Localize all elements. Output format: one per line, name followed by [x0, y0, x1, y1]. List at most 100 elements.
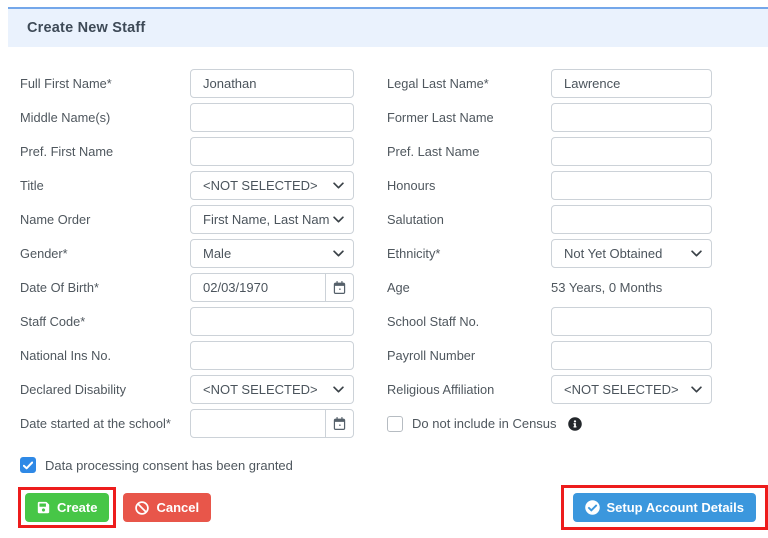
date-of-birth-label: Date Of Birth* — [20, 280, 99, 295]
date-started-input[interactable] — [190, 409, 326, 438]
former-last-name-row: Former Last Name — [387, 103, 712, 132]
payroll-number-row: Payroll Number — [387, 341, 712, 370]
create-new-staff-page: Create New Staff Full First Name* Jonatha… — [0, 0, 768, 530]
salutation-row: Salutation — [387, 205, 712, 234]
religious-affiliation-select[interactable]: <NOT SELECTED> — [551, 375, 712, 404]
date-of-birth-input[interactable]: 02/03/1970 — [190, 273, 326, 302]
ethnicity-row: Ethnicity* Not Yet Obtained — [387, 239, 712, 268]
footer-actions: Create Cancel Setup Account Details — [8, 485, 768, 530]
declared-disability-row: Declared Disability <NOT SELECTED> — [20, 375, 354, 404]
legal-last-name-label: Legal Last Name* — [387, 76, 489, 91]
consent-checkbox[interactable] — [20, 457, 36, 473]
full-first-name-input[interactable]: Jonathan — [190, 69, 354, 98]
create-annotation-box: Create — [18, 487, 117, 528]
pref-first-name-label: Pref. First Name — [20, 144, 114, 159]
pref-last-name-input[interactable] — [551, 137, 712, 166]
ethnicity-label: Ethnicity* — [387, 246, 441, 261]
census-checkbox-group: Do not include in Census — [387, 409, 582, 438]
date-started-row: Date started at the school* — [20, 409, 354, 438]
staff-code-input[interactable] — [190, 307, 354, 336]
calendar-icon — [333, 281, 346, 294]
age-value: 53 Years, 0 Months — [551, 280, 663, 295]
legal-last-name-row: Legal Last Name* Lawrence — [387, 69, 712, 98]
save-icon — [37, 501, 50, 514]
declared-disability-value: <NOT SELECTED> — [203, 382, 318, 397]
date-of-birth-row: Date Of Birth* 02/03/1970 — [20, 273, 354, 302]
info-icon — [567, 416, 582, 431]
calendar-icon — [333, 417, 346, 430]
religious-affiliation-row: Religious Affiliation <NOT SELECTED> — [387, 375, 712, 404]
cancel-button-label: Cancel — [156, 500, 200, 515]
pref-last-name-row: Pref. Last Name — [387, 137, 712, 166]
staff-code-row: Staff Code* — [20, 307, 354, 336]
census-row: Do not include in Census — [387, 409, 712, 438]
age-label: Age — [387, 280, 410, 295]
ethnicity-value: Not Yet Obtained — [564, 246, 663, 261]
chevron-down-icon — [691, 386, 702, 393]
full-first-name-label: Full First Name* — [20, 76, 112, 91]
religious-affiliation-label: Religious Affiliation — [387, 382, 495, 397]
consent-label: Data processing consent has been granted — [45, 457, 293, 473]
title-value: <NOT SELECTED> — [203, 178, 318, 193]
pref-first-name-input[interactable] — [190, 137, 354, 166]
date-started-label: Date started at the school* — [20, 416, 171, 431]
title-row: Title <NOT SELECTED> — [20, 171, 354, 200]
religious-affiliation-value: <NOT SELECTED> — [564, 382, 679, 397]
check-circle-icon — [584, 500, 600, 515]
full-first-name-value: Jonathan — [203, 76, 257, 91]
ban-icon — [135, 500, 150, 515]
panel-header: Create New Staff — [8, 7, 768, 47]
consent-row: Data processing consent has been granted — [8, 457, 768, 473]
salutation-label: Salutation — [387, 212, 444, 227]
honours-input[interactable] — [551, 171, 712, 200]
declared-disability-label: Declared Disability — [20, 382, 126, 397]
middle-names-input[interactable] — [190, 103, 354, 132]
page-title: Create New Staff — [27, 20, 146, 36]
declared-disability-select[interactable]: <NOT SELECTED> — [190, 375, 354, 404]
census-info-icon-button[interactable] — [567, 416, 582, 431]
name-order-select[interactable]: First Name, Last Name — [190, 205, 354, 234]
footer-left-buttons: Create Cancel — [18, 487, 212, 528]
former-last-name-input[interactable] — [551, 103, 712, 132]
setup-account-details-button[interactable]: Setup Account Details — [572, 493, 756, 522]
setup-annotation-box: Setup Account Details — [560, 485, 768, 530]
title-label: Title — [20, 178, 44, 193]
chevron-down-icon — [333, 386, 344, 393]
create-button-label: Create — [57, 500, 98, 515]
salutation-input[interactable] — [551, 205, 712, 234]
create-button[interactable]: Create — [25, 493, 110, 522]
school-staff-no-input[interactable] — [551, 307, 712, 336]
school-staff-no-row: School Staff No. — [387, 307, 712, 336]
school-staff-no-label: School Staff No. — [387, 314, 480, 329]
legal-last-name-input[interactable]: Lawrence — [551, 69, 712, 98]
name-order-label: Name Order — [20, 212, 91, 227]
check-icon — [23, 461, 33, 469]
national-ins-no-input[interactable] — [190, 341, 354, 370]
staff-code-label: Staff Code* — [20, 314, 86, 329]
title-select[interactable]: <NOT SELECTED> — [190, 171, 354, 200]
honours-row: Honours — [387, 171, 712, 200]
date-of-birth-calendar-button[interactable] — [325, 273, 354, 302]
date-started-calendar-button[interactable] — [325, 409, 354, 438]
pref-first-name-row: Pref. First Name — [20, 137, 354, 166]
chevron-down-icon — [333, 182, 344, 189]
national-ins-no-label: National Ins No. — [20, 348, 112, 363]
setup-button-label: Setup Account Details — [606, 500, 744, 515]
name-order-value: First Name, Last Name — [203, 212, 329, 227]
gender-row: Gender* Male — [20, 239, 354, 268]
chevron-down-icon — [333, 250, 344, 257]
chevron-down-icon — [691, 250, 702, 257]
census-checkbox[interactable] — [387, 415, 403, 432]
ethnicity-select[interactable]: Not Yet Obtained — [551, 239, 712, 268]
cancel-button[interactable]: Cancel — [123, 493, 212, 522]
former-last-name-label: Former Last Name — [387, 110, 494, 125]
age-row: Age 53 Years, 0 Months — [387, 273, 712, 302]
date-of-birth-dategroup: 02/03/1970 — [190, 273, 354, 302]
gender-select[interactable]: Male — [190, 239, 354, 268]
name-order-row: Name Order First Name, Last Name — [20, 205, 354, 234]
form-column-right: Legal Last Name* Lawrence Former Last Name… — [387, 69, 712, 443]
payroll-number-input[interactable] — [551, 341, 712, 370]
middle-names-row: Middle Name(s) — [20, 103, 354, 132]
middle-names-label: Middle Name(s) — [20, 110, 111, 125]
census-checkbox-label: Do not include in Census — [412, 416, 557, 431]
